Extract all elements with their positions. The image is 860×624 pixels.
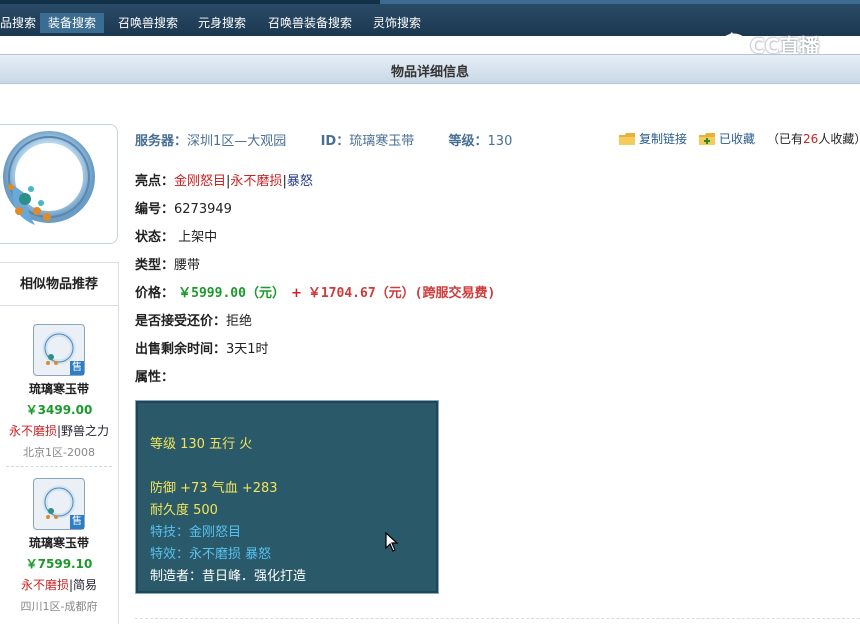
fav-prefix: （已有 [767,132,804,146]
tab-spirit-search[interactable]: 元身搜索 [198,13,246,33]
copy-link-label: 复制链接 [639,132,688,146]
status-value: 上架中 [178,230,218,245]
counteroffer-value: 拒绝 [226,314,253,329]
nav-light-bar [380,0,860,4]
id-value: 琉璃寒玉带 [349,134,415,149]
price-row: 价格： ￥5999.00（元） + ￥1704.67（元）(跨服交易费) [135,282,495,301]
counteroffer-label: 是否接受还价： [135,314,227,329]
sale-badge: 售 [70,515,84,529]
recommend-highlights: 永不磨损|野兽之力 [0,422,118,439]
number-row: 编号：6273949 [135,198,232,217]
counteroffer-row: 是否接受还价：拒绝 [135,310,252,329]
sale-badge: 售 [70,361,84,375]
highlight: 永不磨损 [8,424,57,438]
attribute-box: 等级 130 五行 火 防御 +73 气血 +283 耐久度 500 特技：金刚… [135,400,439,594]
recommend-thumbnail[interactable]: 售 [33,478,85,530]
recommend-price: ￥3499.00 [25,403,93,417]
status-label: 状态： [135,230,175,245]
tab-pet-equipment-search[interactable]: 召唤兽装备搜索 [268,13,352,33]
favorite-folder-icon [699,132,716,145]
remaining-label: 出售剩余时间： [135,342,227,357]
attr-skill-line: 特技：金刚怒目 [150,525,242,540]
attr-maker-line: 制造者：昔日峰．强化打造 [150,569,307,584]
highlights-row: 亮点：金刚怒目|永不磨损|暴怒 [135,170,313,189]
highlight: 简易 [73,578,98,592]
favorite-count: （已有26人收藏） [767,130,860,147]
fee-value: ￥1704.67（元）(跨服交易费) [307,286,496,301]
ring-icon [3,131,95,225]
recommend-item[interactable]: 售 琉璃寒玉带 ￥7599.10 永不磨损|简易 四川1区-成都府 [0,478,118,614]
divider [6,466,112,467]
server-value: 深圳1区—大观园 [187,134,287,149]
attr-level-line: 等级 130 五行 火 [150,437,253,452]
favorite-button[interactable]: 已收藏 [699,130,755,147]
recommend-server: 北京1区-2008 [23,446,95,459]
tab-pet-search[interactable]: 召唤兽搜索 [118,13,178,33]
level-label: 等级： [448,134,488,149]
attr-durability-line: 耐久度 500 [150,503,218,518]
number-value: 6273949 [174,202,232,217]
recommend-name[interactable]: 琉璃寒玉带 [0,380,118,397]
highlights-label: 亮点： [135,174,175,189]
item-header: 服务器：深圳1区—大观园 ID：琉璃寒玉带 等级：130 [135,130,512,149]
status-row: 状态： 上架中 [135,226,217,245]
level-value: 130 [487,134,513,149]
item-actions: 复制链接 已收藏 （已有26人收藏） [619,130,860,147]
folder-icon [619,132,635,145]
remaining-row: 出售剩余时间：3天1时 [135,338,269,357]
copy-link-button[interactable]: 复制链接 [619,130,687,147]
number-label: 编号： [135,202,175,217]
recommend-item[interactable]: 售 琉璃寒玉带 ￥3499.00 永不磨损|野兽之力 北京1区-2008 [0,324,118,460]
tab-accessory-search[interactable]: 灵饰搜索 [373,13,421,33]
title-bar: 物品详细信息 [0,54,860,84]
highlight: 永不磨损 [20,578,69,592]
recommend-highlights: 永不磨损|简易 [0,576,118,593]
type-label: 类型： [135,258,175,273]
highlight: 永不磨损 [230,174,283,189]
item-image [0,124,118,244]
fav-suffix: 人收藏） [818,132,860,146]
price-label: 价格： [135,286,175,301]
divider [135,618,860,619]
plus-sign: + [290,286,302,301]
highlight: 金刚怒目 [174,174,227,189]
highlight: 野兽之力 [61,424,110,438]
recommend-thumbnail[interactable]: 售 [33,324,85,376]
recommend-name[interactable]: 琉璃寒玉带 [0,534,118,551]
tab-equipment-search[interactable]: 装备搜索 [40,13,105,33]
highlight: 暴怒 [286,174,313,189]
tab-item-search[interactable]: 品搜索 [0,13,36,33]
fav-count-number: 26 [803,132,819,146]
type-row: 类型：腰带 [135,254,200,273]
recommend-server: 四川1区-成都府 [20,600,98,613]
attr-stats-line: 防御 +73 气血 +283 [150,481,278,496]
server-label: 服务器： [135,134,188,149]
sidebar-title: 相似物品推荐 [0,262,118,306]
remaining-value: 3天1时 [226,342,269,357]
page-title: 物品详细信息 [390,65,469,80]
recommend-price: ￥7599.10 [25,557,93,571]
id-label: ID： [320,134,350,149]
mouse-cursor-icon [385,532,399,552]
favorited-label: 已收藏 [719,132,756,146]
type-value: 腰带 [174,258,201,273]
price-value: ￥5999.00（元） [178,286,285,301]
attr-effect-line: 特效：永不磨损 暴怒 [150,547,272,562]
attributes-label: 属性： [135,370,175,385]
attributes-row: 属性： [135,366,174,385]
